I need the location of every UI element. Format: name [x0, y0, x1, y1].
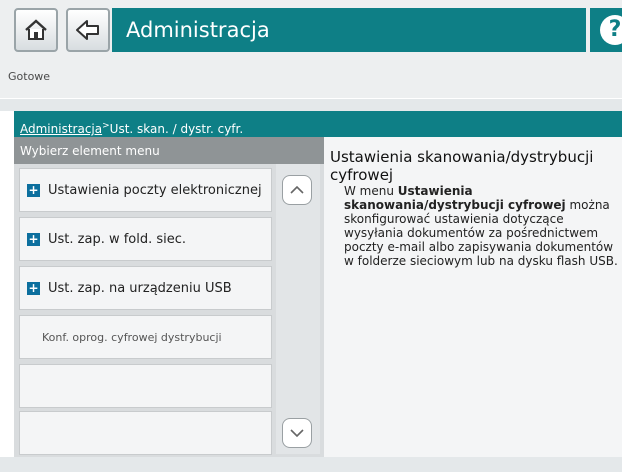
- menu-item-digital-send-software[interactable]: Konf. oprog. cyfrowej dystrybucji: [19, 315, 272, 359]
- expand-plus-icon: +: [27, 280, 40, 295]
- expand-plus-icon: +: [27, 182, 40, 197]
- help-button[interactable]: ?: [590, 8, 622, 52]
- menu-item-label: Ustawienia poczty elektronicznej: [48, 182, 262, 198]
- expand-plus-icon: +: [27, 231, 40, 246]
- menu-item-usb-save[interactable]: + Ust. zap. na urządzeniu USB: [19, 266, 272, 310]
- breadcrumb-current: Ust. skan. / dystr. cyfr.: [109, 122, 244, 136]
- breadcrumb: Administracja>Ust. skan. / dystr. cyfr.: [14, 111, 622, 137]
- menu-item-network-folder[interactable]: + Ust. zap. w fold. siec.: [19, 217, 272, 261]
- scroll-up-button[interactable]: [282, 175, 312, 205]
- help-body: W menu Ustawienia skanowania/dystrybucji…: [344, 184, 618, 268]
- divider: [0, 99, 622, 111]
- home-button[interactable]: [14, 8, 58, 52]
- home-icon: [25, 19, 47, 40]
- scroll-down-button[interactable]: [282, 418, 312, 448]
- menu-header: Wybierz element menu: [14, 137, 324, 164]
- help-icon: ?: [600, 15, 622, 45]
- chevron-down-icon: [290, 429, 304, 437]
- status-bar: [0, 58, 622, 98]
- menu-item-label: Konf. oprog. cyfrowej dystrybucji: [42, 330, 222, 344]
- menu-item-email-settings[interactable]: + Ustawienia poczty elektronicznej: [19, 168, 272, 212]
- status-text: Gotowe: [8, 70, 51, 83]
- back-button[interactable]: [66, 8, 110, 52]
- menu-item-label: Ust. zap. na urządzeniu USB: [48, 280, 232, 296]
- breadcrumb-link[interactable]: Administracja: [20, 122, 102, 136]
- help-body-prefix: W menu: [344, 184, 398, 198]
- chevron-up-icon: [290, 186, 304, 194]
- menu-item-label: Ust. zap. w fold. siec.: [48, 231, 187, 247]
- scroll-column: [276, 164, 320, 454]
- page-title: Administracja: [112, 8, 586, 52]
- menu-item-empty: [19, 364, 272, 408]
- back-icon: [76, 20, 99, 40]
- breadcrumb-separator: >: [102, 121, 110, 131]
- help-title: Ustawienia skanowania/dystrybucji cyfrow…: [330, 148, 594, 184]
- bottom-bar: [0, 457, 622, 472]
- menu-item-empty: [19, 411, 272, 455]
